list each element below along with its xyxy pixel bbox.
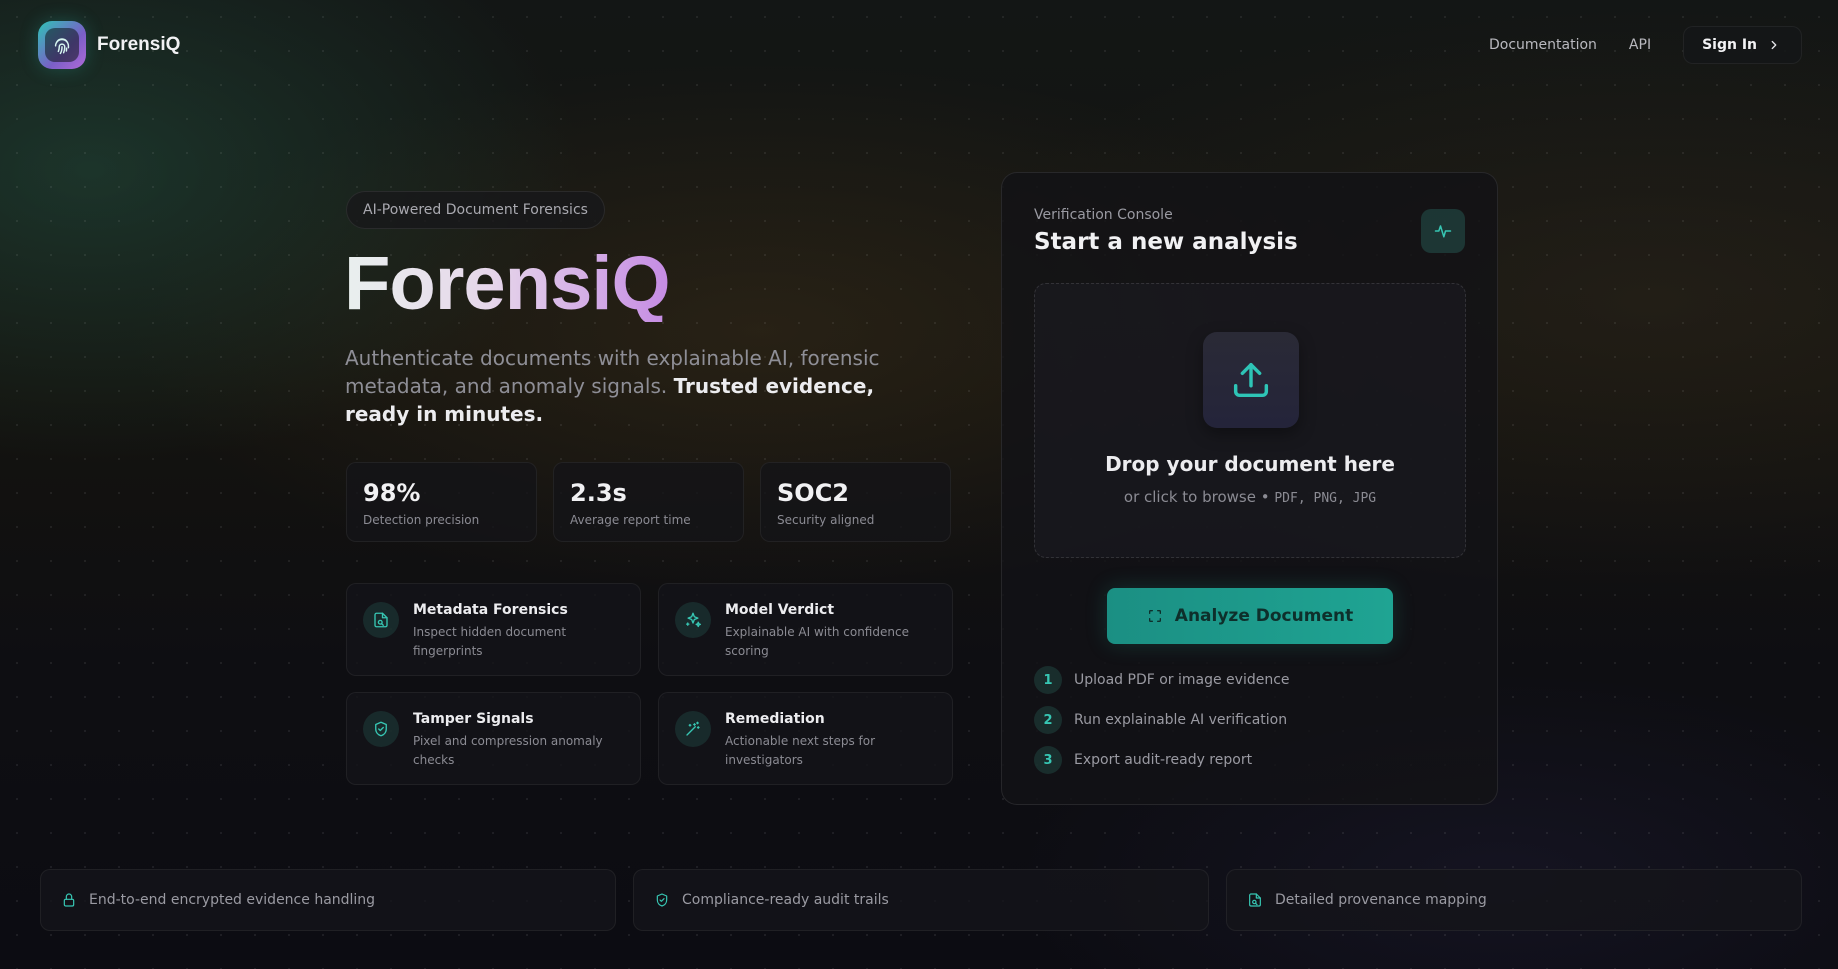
- dropzone-hint: or click to browse • PDF, PNG, JPG: [1035, 488, 1465, 506]
- sign-in-label: Sign In: [1702, 37, 1757, 53]
- step-item: 3 Export audit-ready report: [1034, 746, 1290, 774]
- feature-title: Remediation: [725, 711, 825, 727]
- stat-value: SOC2: [777, 479, 849, 507]
- feature-description: Actionable next steps for investigators: [725, 734, 876, 767]
- strip-label: End-to-end encrypted evidence handling: [89, 892, 376, 908]
- feature-card-tamper-signals: Tamper Signals Pixel and compression ano…: [346, 692, 641, 785]
- file-search-icon: [363, 602, 399, 638]
- stats-row: 98% Detection precision 2.3s Average rep…: [346, 462, 951, 542]
- console-kicker: Verification Console: [1034, 207, 1173, 223]
- assurance-strips: End-to-end encrypted evidence handling C…: [40, 869, 1802, 931]
- assurance-strip-provenance: Detailed provenance mapping: [1226, 869, 1802, 931]
- chevron-right-icon: [1767, 38, 1781, 52]
- verification-console-card: Verification Console Start a new analysi…: [1001, 172, 1498, 805]
- step-label: Export audit-ready report: [1074, 752, 1253, 768]
- stat-value: 2.3s: [570, 479, 627, 507]
- nav-documentation-link[interactable]: Documentation: [1489, 37, 1597, 53]
- analyze-document-button[interactable]: Analyze Document: [1107, 588, 1393, 644]
- assurance-strip-compliance: Compliance-ready audit trails: [633, 869, 1209, 931]
- stat-card: 2.3s Average report time: [553, 462, 744, 542]
- analyze-document-label: Analyze Document: [1174, 606, 1354, 626]
- nav-api-link[interactable]: API: [1629, 37, 1651, 53]
- assurance-strip-encryption: End-to-end encrypted evidence handling: [40, 869, 616, 931]
- stat-label: Detection precision: [363, 513, 480, 527]
- file-search-icon: [1247, 892, 1263, 908]
- wand-icon: [675, 711, 711, 747]
- step-number: 2: [1034, 706, 1062, 734]
- stat-label: Security aligned: [777, 513, 875, 527]
- hero-title: ForensiQ: [344, 241, 671, 326]
- feature-card-remediation: Remediation Actionable next steps for in…: [658, 692, 953, 785]
- feature-title: Tamper Signals: [413, 711, 534, 727]
- feature-card-model-verdict: Model Verdict Explainable AI with confid…: [658, 583, 953, 676]
- sparkles-icon: [675, 602, 711, 638]
- lock-icon: [61, 892, 77, 908]
- brand[interactable]: ForensiQ: [38, 21, 180, 69]
- stat-card: SOC2 Security aligned: [760, 462, 951, 542]
- document-dropzone[interactable]: Drop your document here or click to brow…: [1034, 283, 1466, 558]
- step-number: 3: [1034, 746, 1062, 774]
- hero-description: Authenticate documents with explainable …: [345, 344, 945, 428]
- step-label: Upload PDF or image evidence: [1074, 672, 1290, 688]
- strip-label: Detailed provenance mapping: [1275, 892, 1487, 908]
- top-header: ForensiQ Documentation API Sign In: [0, 0, 1838, 90]
- feature-grid: Metadata Forensics Inspect hidden docume…: [346, 583, 953, 785]
- sign-in-button[interactable]: Sign In: [1683, 26, 1802, 64]
- feature-description: Inspect hidden document fingerprints: [413, 625, 567, 658]
- console-title: Start a new analysis: [1034, 229, 1298, 255]
- activity-icon: [1433, 221, 1453, 241]
- feature-card-metadata-forensics: Metadata Forensics Inspect hidden docume…: [346, 583, 641, 676]
- shield-check-icon: [363, 711, 399, 747]
- step-item: 2 Run explainable AI verification: [1034, 706, 1290, 734]
- feature-description: Explainable AI with confidence scoring: [725, 625, 909, 658]
- strip-label: Compliance-ready audit trails: [682, 892, 889, 908]
- top-nav: Documentation API Sign In: [1489, 26, 1802, 64]
- feature-description: Pixel and compression anomaly checks: [413, 734, 603, 767]
- activity-button[interactable]: [1421, 209, 1465, 253]
- hero-badge: AI-Powered Document Forensics: [346, 191, 605, 229]
- fingerprint-icon: [38, 21, 86, 69]
- dropzone-hint-text: or click to browse •: [1123, 488, 1270, 506]
- dropzone-formats: PDF, PNG, JPG: [1274, 491, 1377, 506]
- brand-name: ForensiQ: [97, 34, 181, 55]
- scan-icon: [1147, 608, 1163, 624]
- stat-label: Average report time: [570, 513, 691, 527]
- step-label: Run explainable AI verification: [1074, 712, 1288, 728]
- dropzone-title: Drop your document here: [1105, 452, 1395, 476]
- upload-icon: [1203, 332, 1299, 428]
- feature-title: Metadata Forensics: [413, 602, 568, 618]
- stat-value: 98%: [363, 479, 421, 507]
- step-item: 1 Upload PDF or image evidence: [1034, 666, 1290, 694]
- feature-title: Model Verdict: [725, 602, 835, 618]
- step-number: 1: [1034, 666, 1062, 694]
- stat-card: 98% Detection precision: [346, 462, 537, 542]
- shield-check-icon: [654, 892, 670, 908]
- steps-list: 1 Upload PDF or image evidence 2 Run exp…: [1034, 666, 1290, 786]
